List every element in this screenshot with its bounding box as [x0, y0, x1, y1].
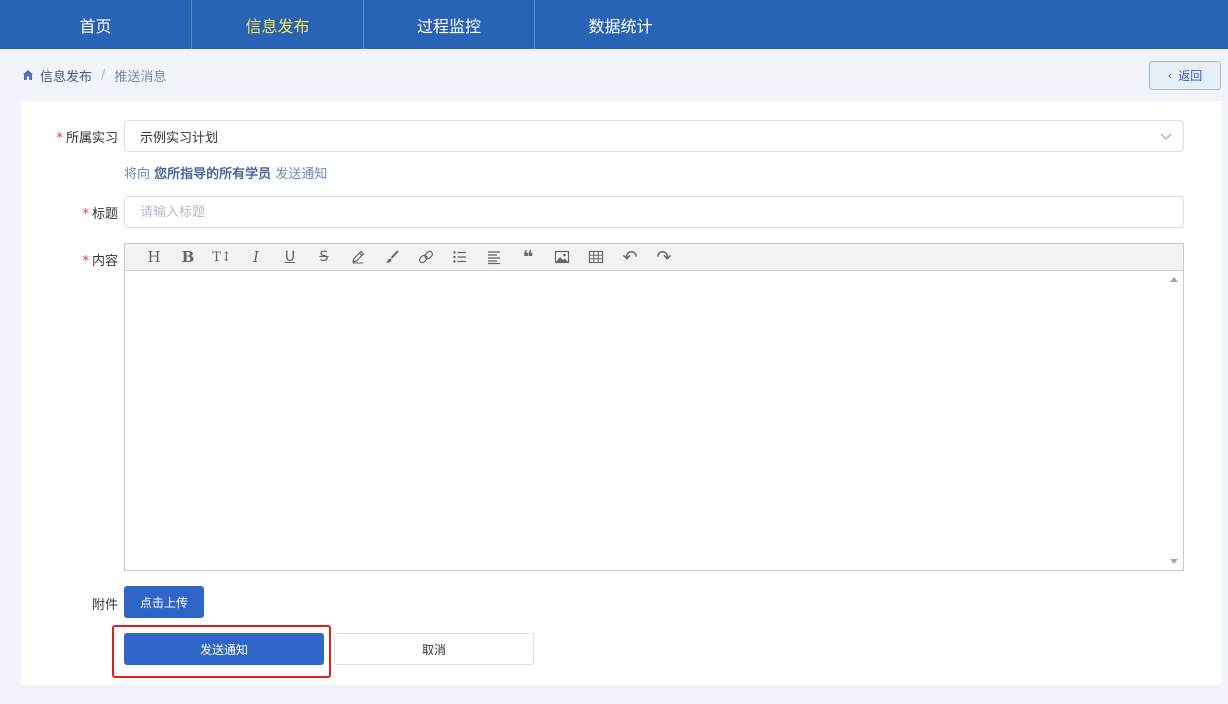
image-icon[interactable] — [545, 246, 579, 268]
breadcrumb-separator: / — [101, 67, 106, 83]
send-notification-button[interactable]: 发送通知 — [124, 633, 324, 665]
breadcrumb-parent[interactable]: 信息发布 — [40, 66, 92, 85]
editor-content-area[interactable] — [125, 271, 1183, 570]
brush-icon[interactable] — [375, 246, 409, 268]
upload-button[interactable]: 点击上传 — [124, 586, 204, 618]
nav-item-info-publish[interactable]: 信息发布 — [192, 0, 364, 49]
underline-icon[interactable]: U — [273, 246, 307, 268]
nav-item-process-monitor[interactable]: 过程监控 — [364, 0, 535, 49]
required-mark: * — [82, 207, 89, 222]
table-icon[interactable] — [579, 246, 613, 268]
redo-icon[interactable]: ↷ — [647, 246, 681, 268]
scroll-down-arrow-icon[interactable] — [1170, 559, 1178, 564]
rich-text-editor: H B T↕ I U S ❝ ↶ ↷ — [124, 243, 1184, 571]
back-button[interactable]: ‹ 返回 — [1149, 61, 1221, 90]
text-size-icon[interactable]: T↕ — [205, 246, 239, 268]
attachment-label: 附件 — [91, 598, 118, 613]
recipient-hint: 将向 您所指导的所有学员 发送通知 — [124, 167, 328, 182]
chevron-left-icon: ‹ — [1167, 69, 1173, 82]
internship-label: * 所属实习 — [56, 131, 118, 146]
title-input[interactable] — [124, 196, 1184, 228]
list-icon[interactable] — [443, 246, 477, 268]
pencil-icon[interactable] — [341, 246, 375, 268]
align-left-icon[interactable] — [477, 246, 511, 268]
undo-icon[interactable]: ↶ — [613, 246, 647, 268]
heading-icon[interactable]: H — [137, 246, 171, 268]
quote-icon[interactable]: ❝ — [511, 246, 545, 268]
internship-select[interactable]: 示例实习计划 — [124, 120, 1184, 152]
scroll-up-arrow-icon[interactable] — [1170, 277, 1178, 282]
content-label: * 内容 — [82, 254, 118, 269]
strikethrough-icon[interactable]: S — [307, 246, 341, 268]
link-icon[interactable] — [409, 246, 443, 268]
nav-item-data-stats[interactable]: 数据统计 — [535, 0, 706, 49]
chevron-down-icon — [1160, 133, 1172, 140]
editor-toolbar: H B T↕ I U S ❝ ↶ ↷ — [125, 244, 1183, 271]
title-label: * 标题 — [82, 207, 118, 222]
breadcrumb-current: 推送消息 — [114, 69, 167, 85]
home-icon — [23, 70, 33, 80]
italic-icon[interactable]: I — [239, 246, 273, 268]
bold-icon[interactable]: B — [171, 246, 205, 268]
top-navigation: 首页 信息发布 过程监控 数据统计 — [0, 0, 1228, 49]
cancel-button[interactable]: 取消 — [334, 633, 534, 665]
nav-item-home[interactable]: 首页 — [0, 0, 192, 49]
breadcrumb: 信息发布 / 推送消息 — [22, 66, 167, 85]
required-mark: * — [82, 254, 89, 269]
required-mark: * — [56, 131, 63, 146]
internship-select-value: 示例实习计划 — [140, 130, 219, 146]
recipient-target: 您所指导的所有学员 — [154, 167, 272, 182]
back-button-label: 返回 — [1178, 69, 1203, 83]
